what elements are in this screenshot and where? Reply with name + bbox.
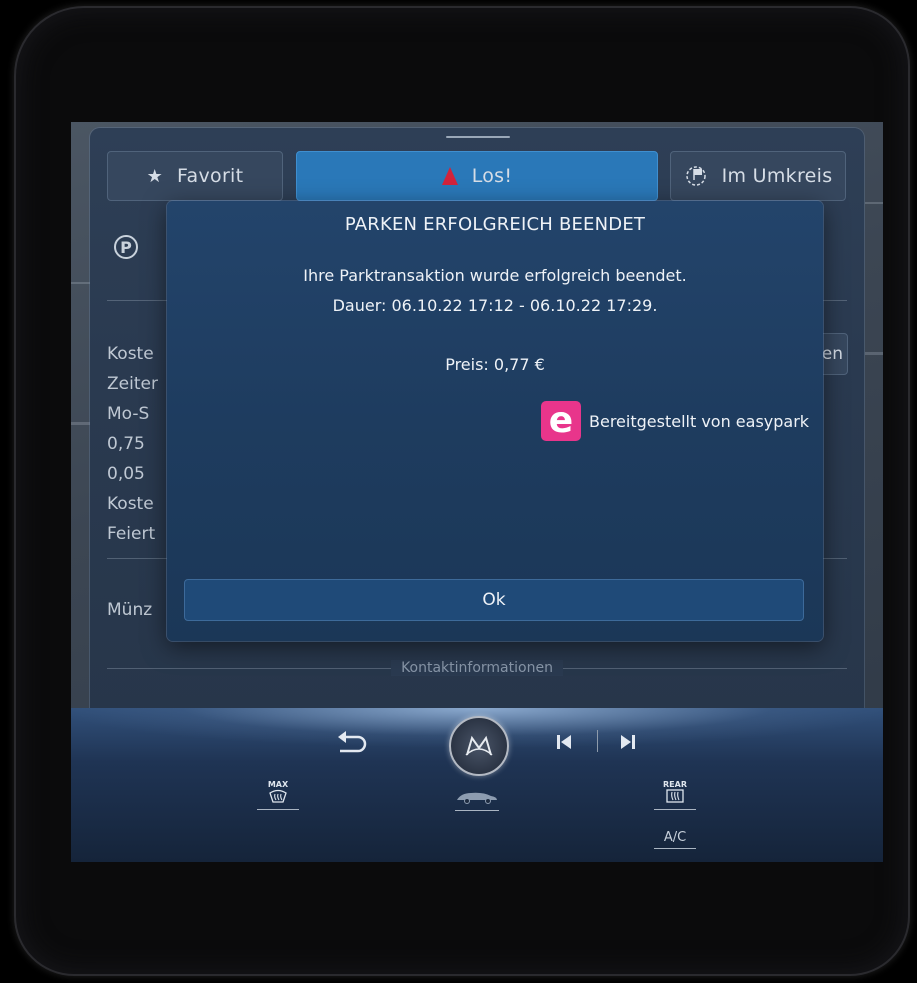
parking-icon: P — [114, 235, 138, 259]
provider-text: Bereitgestellt von easypark — [589, 411, 810, 431]
info-line: Koste — [107, 494, 154, 514]
rear-defrost-icon — [666, 789, 684, 803]
ok-button-label: Ok — [482, 590, 506, 610]
map-road — [865, 352, 883, 355]
underline — [654, 809, 696, 810]
navigation-arrow-icon — [441, 167, 458, 185]
info-line: Mo-S — [107, 404, 150, 424]
dialog-duration: Dauer: 06.10.22 17:12 - 06.10.22 17:29. — [332, 296, 658, 315]
star-icon: ★ — [146, 165, 164, 187]
tab-favorite-label: Favorit — [177, 165, 244, 187]
map-road — [71, 282, 91, 284]
drive-mode-button[interactable] — [455, 790, 499, 811]
tab-go-label: Los! — [471, 165, 513, 187]
nearby-flag-icon — [685, 166, 706, 186]
dialog-title: PARKEN ERFOLGREICH BEENDET — [344, 214, 646, 235]
underline — [257, 809, 299, 810]
info-line: Koste — [107, 344, 154, 364]
underline — [455, 810, 499, 811]
info-line: Feiert — [107, 524, 156, 544]
front-defrost-icon — [269, 789, 287, 803]
parking-ended-dialog: PARKEN ERFOLGREICH BEENDET Ihre Parktran… — [167, 201, 823, 641]
dialog-price: Preis: 0,77 € — [445, 355, 545, 374]
ac-label: A/C — [663, 830, 687, 845]
max-label: MAX — [267, 780, 289, 789]
back-icon[interactable] — [333, 728, 369, 758]
home-icon — [465, 735, 493, 756]
track-divider — [597, 730, 598, 752]
home-button[interactable] — [449, 716, 509, 776]
info-line: 0,75 — [107, 434, 145, 454]
contact-section-label: Kontaktinformationen — [391, 660, 563, 676]
ac-button[interactable]: A/C — [654, 830, 696, 849]
tab-nearby[interactable]: Im Umkreis — [670, 151, 846, 201]
map-road — [71, 422, 91, 425]
tab-favorite[interactable]: ★ Favorit — [107, 151, 283, 201]
panel-drag-handle[interactable] — [446, 136, 510, 138]
rear-defrost-button[interactable]: REAR — [654, 780, 696, 810]
info-line: Zeiter — [107, 374, 158, 394]
easypark-logo-icon: e — [541, 401, 581, 441]
contact-section-heading: Kontaktinformationen — [90, 660, 864, 676]
provider-attribution: e Bereitgestellt von easypark — [541, 401, 809, 441]
tab-nearby-label: Im Umkreis — [721, 165, 833, 187]
tab-go[interactable]: Los! — [296, 151, 658, 201]
dialog-message: Ihre Parktransaktion wurde erfolgreich b… — [303, 266, 687, 285]
info-line: Münz — [107, 600, 153, 620]
map-road — [865, 202, 883, 204]
screen: ★ Favorit Los! Im Umkreis P Koste Zeiter… — [71, 122, 883, 862]
front-defrost-max-button[interactable]: MAX — [257, 780, 299, 810]
ok-button[interactable]: Ok — [184, 579, 804, 621]
next-track-icon[interactable] — [615, 730, 641, 754]
info-line: 0,05 — [107, 464, 145, 484]
previous-track-icon[interactable] — [551, 730, 577, 754]
underline — [654, 848, 696, 849]
bottom-dock: MAX REAR A/C — [71, 708, 883, 862]
rear-label: REAR — [663, 780, 687, 789]
parking-details-panel: ★ Favorit Los! Im Umkreis P Koste Zeiter… — [90, 128, 864, 728]
drive-mode-icon — [457, 792, 497, 804]
